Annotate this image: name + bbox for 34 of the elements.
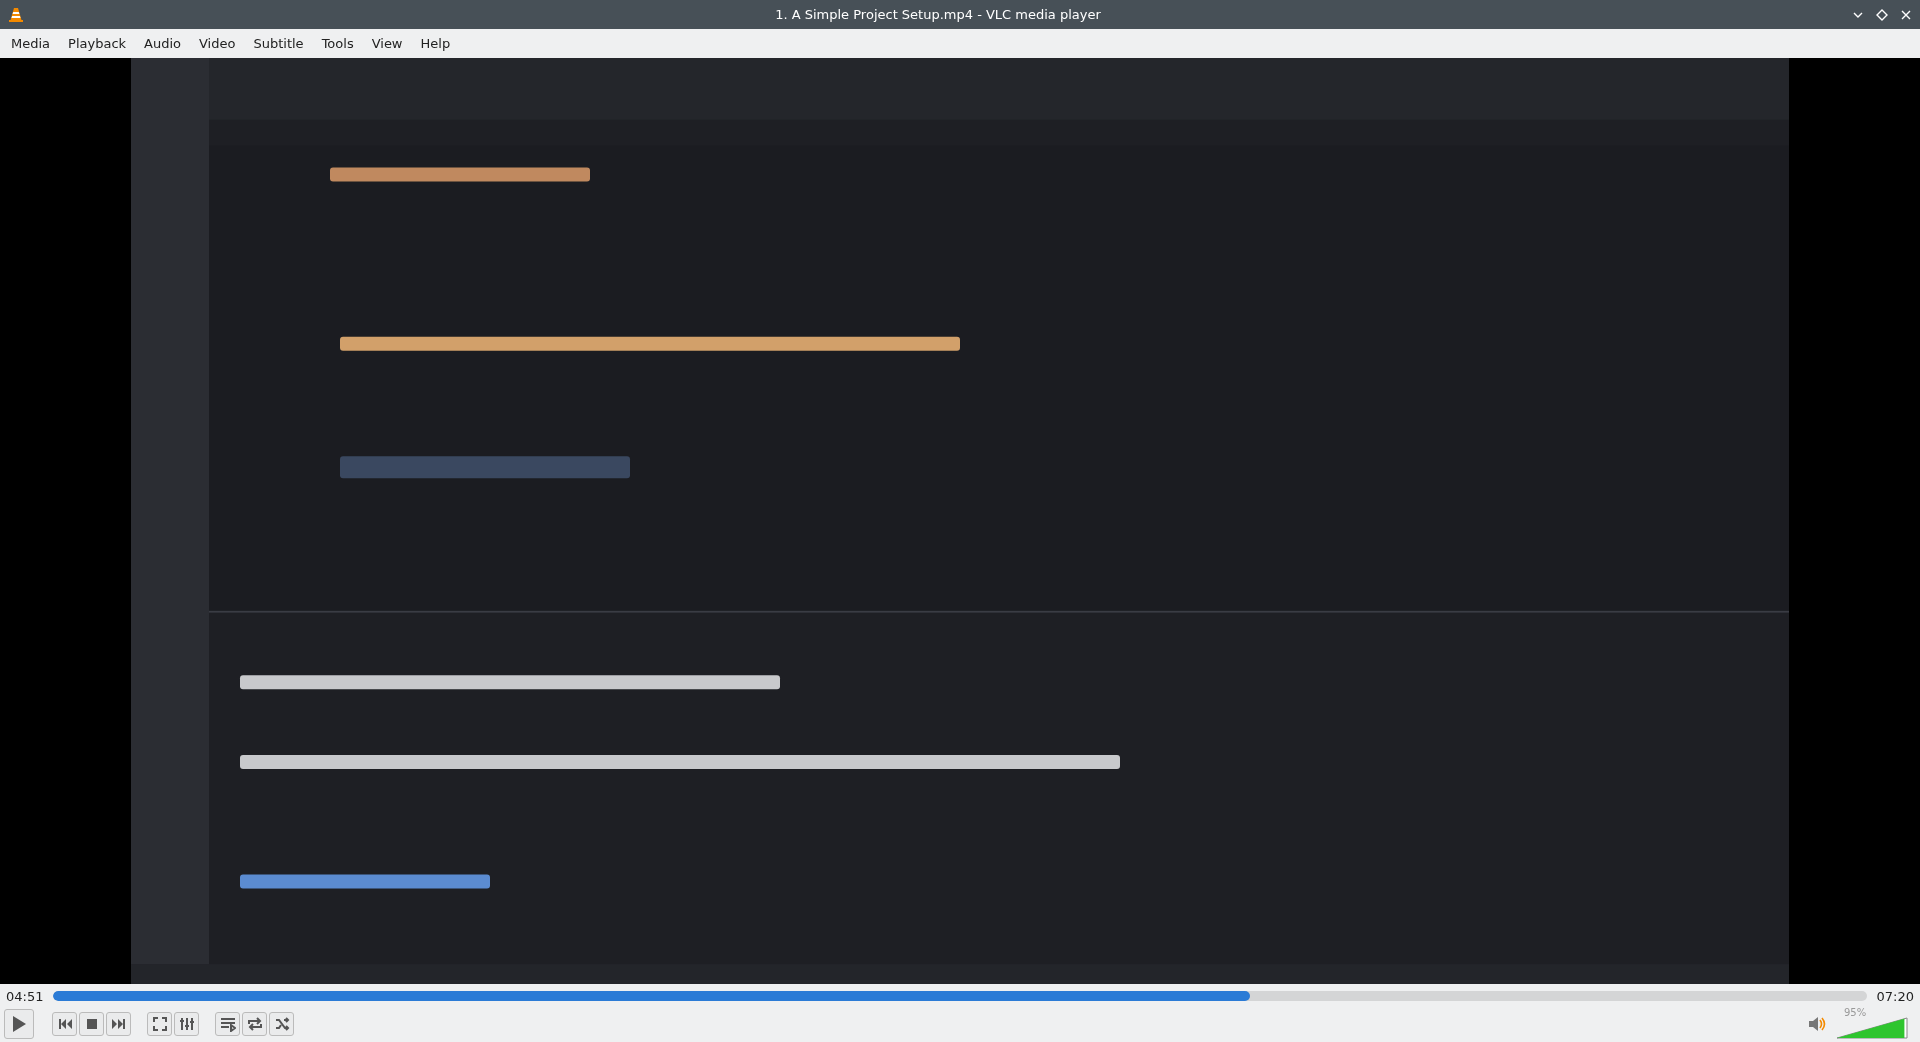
menu-item[interactable]: View	[362, 36, 412, 51]
menu-item[interactable]: Video	[190, 36, 245, 51]
previous-icon	[56, 1016, 73, 1032]
traffic-cone-icon	[8, 6, 24, 23]
playlist-icon	[219, 1016, 236, 1032]
maximize-icon[interactable]	[1876, 8, 1888, 21]
next-icon	[110, 1016, 127, 1032]
playlist-button[interactable]	[215, 1012, 240, 1036]
total-time: 07:20	[1876, 988, 1914, 1004]
previous-button[interactable]	[52, 1012, 77, 1036]
equalizer-icon	[178, 1016, 195, 1032]
play-icon	[10, 1015, 28, 1033]
menu-item[interactable]: Audio	[135, 36, 190, 51]
loop-button[interactable]	[242, 1012, 267, 1036]
loop-icon	[246, 1016, 263, 1032]
equalizer-button[interactable]	[174, 1012, 199, 1036]
elapsed-time: 04:51	[6, 988, 44, 1004]
menu-item[interactable]: Tools	[312, 36, 363, 51]
next-button[interactable]	[106, 1012, 131, 1036]
seek-bar[interactable]	[53, 991, 1867, 1001]
close-icon[interactable]	[1900, 8, 1912, 21]
volume-reading: 95%	[1844, 1007, 1867, 1018]
stop-button[interactable]	[79, 1012, 104, 1036]
menu-item[interactable]: Media	[2, 36, 60, 51]
speaker-icon[interactable]	[1808, 1016, 1826, 1032]
fullscreen-button[interactable]	[147, 1012, 172, 1036]
shuffle-button[interactable]	[269, 1012, 294, 1036]
fullscreen-icon	[151, 1016, 168, 1032]
menu-item[interactable]: Playback	[59, 36, 136, 51]
play-button[interactable]	[4, 1009, 34, 1039]
menu-item[interactable]: Subtitle	[244, 36, 313, 51]
shuffle-icon	[273, 1016, 290, 1032]
window-title: 1. A Simple Project Setup.mp4 - VLC media player	[774, 7, 1102, 22]
menu-item[interactable]: Help	[411, 36, 460, 51]
